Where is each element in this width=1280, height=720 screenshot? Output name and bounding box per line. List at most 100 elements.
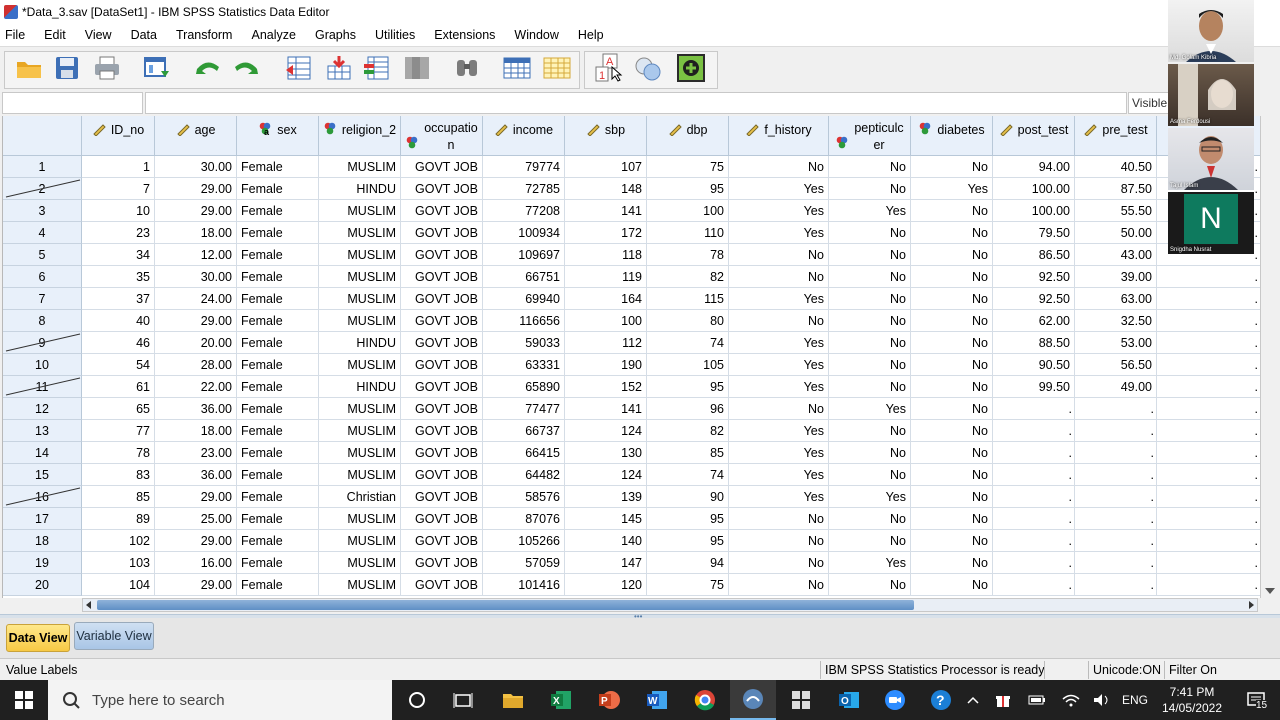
table-cell[interactable]: 95: [647, 508, 729, 530]
table-cell[interactable]: Female: [237, 376, 319, 398]
table-cell[interactable]: 104: [82, 574, 155, 596]
zoom-icon[interactable]: [872, 680, 918, 720]
table-cell[interactable]: 100: [565, 310, 647, 332]
column-header[interactable]: diabetes: [911, 116, 993, 156]
table-cell[interactable]: 87076: [483, 508, 565, 530]
table-cell[interactable]: 29.00: [155, 486, 237, 508]
table-cell[interactable]: 54: [82, 354, 155, 376]
table-cell[interactable]: .: [993, 552, 1075, 574]
table-cell[interactable]: 36.00: [155, 398, 237, 420]
table-cell[interactable]: Yes: [829, 200, 911, 222]
table-cell[interactable]: 85: [82, 486, 155, 508]
row-header[interactable]: 2: [3, 178, 82, 200]
table-cell[interactable]: .: [1157, 288, 1260, 310]
table-cell[interactable]: No: [829, 288, 911, 310]
table-cell[interactable]: No: [911, 310, 993, 332]
table-cell[interactable]: .: [1157, 420, 1260, 442]
menu-help[interactable]: Help: [578, 28, 604, 42]
scroll-down-icon[interactable]: [1265, 588, 1275, 594]
table-cell[interactable]: Female: [237, 420, 319, 442]
table-cell[interactable]: 40.50: [1075, 156, 1157, 178]
table-cell[interactable]: 63.00: [1075, 288, 1157, 310]
table-cell[interactable]: 172: [565, 222, 647, 244]
taskbar-search-box[interactable]: Type here to search: [48, 680, 392, 720]
table-cell[interactable]: 102: [82, 530, 155, 552]
table-cell[interactable]: No: [829, 222, 911, 244]
table-cell[interactable]: MUSLIM: [319, 156, 401, 178]
table-cell[interactable]: HINDU: [319, 332, 401, 354]
table-cell[interactable]: 30.00: [155, 266, 237, 288]
table-cell[interactable]: 100934: [483, 222, 565, 244]
table-cell[interactable]: Female: [237, 178, 319, 200]
row-header[interactable]: 3: [3, 200, 82, 222]
table-cell[interactable]: 147: [565, 552, 647, 574]
undo-icon[interactable]: [192, 53, 222, 83]
table-cell[interactable]: 80: [647, 310, 729, 332]
table-cell[interactable]: 20.00: [155, 332, 237, 354]
table-cell[interactable]: 87.50: [1075, 178, 1157, 200]
table-cell[interactable]: MUSLIM: [319, 420, 401, 442]
table-cell[interactable]: 46: [82, 332, 155, 354]
volume-icon[interactable]: [1090, 680, 1114, 720]
table-cell[interactable]: 10: [82, 200, 155, 222]
table-cell[interactable]: 105266: [483, 530, 565, 552]
table-cell[interactable]: 82: [647, 266, 729, 288]
menu-view[interactable]: View: [85, 28, 112, 42]
table-cell[interactable]: No: [729, 574, 829, 596]
table-cell[interactable]: Yes: [729, 332, 829, 354]
table-cell[interactable]: No: [911, 244, 993, 266]
variables-icon[interactable]: [362, 53, 392, 83]
table-cell[interactable]: 148: [565, 178, 647, 200]
table-cell[interactable]: 32.50: [1075, 310, 1157, 332]
table-cell[interactable]: Yes: [829, 486, 911, 508]
find-icon[interactable]: [452, 53, 482, 83]
row-header[interactable]: 12: [3, 398, 82, 420]
table-cell[interactable]: No: [829, 420, 911, 442]
table-cell[interactable]: MUSLIM: [319, 530, 401, 552]
table-cell[interactable]: 119: [565, 266, 647, 288]
table-cell[interactable]: 74: [647, 464, 729, 486]
table-cell[interactable]: Christian: [319, 486, 401, 508]
table-cell[interactable]: 124: [565, 420, 647, 442]
table-cell[interactable]: 29.00: [155, 530, 237, 552]
table-cell[interactable]: Yes: [729, 486, 829, 508]
table-cell[interactable]: No: [729, 266, 829, 288]
table-cell[interactable]: No: [911, 354, 993, 376]
table-cell[interactable]: GOVT JOB: [401, 530, 483, 552]
table-cell[interactable]: .: [1075, 530, 1157, 552]
row-header[interactable]: 15: [3, 464, 82, 486]
table-cell[interactable]: Female: [237, 200, 319, 222]
column-header[interactable]: ID_no: [82, 116, 155, 156]
weight-cases-icon[interactable]: [542, 53, 572, 83]
column-header[interactable]: pepticulc er: [829, 116, 911, 156]
row-header[interactable]: 20: [3, 574, 82, 596]
column-header[interactable]: sbp: [565, 116, 647, 156]
tab-data-view[interactable]: Data View: [6, 624, 70, 652]
table-cell[interactable]: No: [911, 552, 993, 574]
table-cell[interactable]: 92.50: [993, 266, 1075, 288]
table-cell[interactable]: .: [1157, 442, 1260, 464]
grid-corner[interactable]: [3, 116, 82, 156]
table-cell[interactable]: 55.50: [1075, 200, 1157, 222]
outlook-icon[interactable]: O: [826, 680, 872, 720]
table-cell[interactable]: 112: [565, 332, 647, 354]
table-cell[interactable]: 12.00: [155, 244, 237, 266]
table-cell[interactable]: Female: [237, 288, 319, 310]
run-descriptive-icon[interactable]: [402, 53, 432, 83]
table-cell[interactable]: 35: [82, 266, 155, 288]
table-cell[interactable]: 116656: [483, 310, 565, 332]
menu-file[interactable]: File: [5, 28, 25, 42]
table-cell[interactable]: 61: [82, 376, 155, 398]
table-cell[interactable]: 89: [82, 508, 155, 530]
column-header[interactable]: pre_test: [1075, 116, 1157, 156]
table-cell[interactable]: 75: [647, 574, 729, 596]
table-cell[interactable]: MUSLIM: [319, 442, 401, 464]
horizontal-scroll-thumb[interactable]: [97, 600, 914, 610]
value-labels-icon[interactable]: A1: [594, 53, 624, 83]
table-cell[interactable]: 36.00: [155, 464, 237, 486]
table-cell[interactable]: No: [829, 244, 911, 266]
table-cell[interactable]: 90.50: [993, 354, 1075, 376]
data-grid[interactable]: ID_no age a sex religion_2 occupatio n income sb…: [2, 116, 1260, 598]
table-cell[interactable]: GOVT JOB: [401, 178, 483, 200]
table-cell[interactable]: Female: [237, 508, 319, 530]
